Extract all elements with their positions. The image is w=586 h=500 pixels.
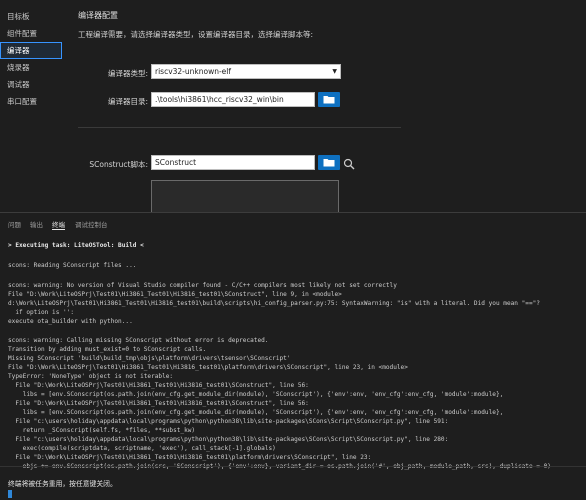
compiler-type-select[interactable]: riscv32-unknown-elf ▼	[151, 64, 341, 79]
nav-item-burner[interactable]: 烧录器	[0, 59, 62, 76]
sconstruct-browse-button[interactable]	[318, 155, 340, 170]
terminal-line: scons: warning: Calling missing SConscri…	[8, 337, 269, 344]
sconstruct-script-label: SConstruct脚本:	[89, 160, 148, 169]
terminal-reuse-message: 终端将被任务重用，按任意键关闭。	[8, 480, 117, 488]
terminal-line: > Executing task: LiteOSTool: Build <	[8, 242, 144, 249]
active-tab-indicator	[52, 229, 65, 230]
terminal-line: return _SConscript(self.fs, *files, **su…	[8, 427, 196, 434]
compiler-dir-value: .\tools\hi3861\hcc_riscv32_win\bin	[155, 95, 284, 104]
search-button[interactable]	[343, 156, 356, 170]
terminal-line: File "c:\users\holiday\appdata\local\pro…	[8, 436, 449, 443]
terminal-line: scons: warning: No version of Visual Stu…	[8, 282, 397, 289]
tab-debug-console[interactable]: 调试控制台	[75, 219, 108, 229]
compiler-config-panel: 编译器配置 工程编译需要，请选择编译器类型，设置编译器目录，选择编译脚本等: 编…	[62, 0, 586, 212]
nav-item-compiler[interactable]: 编译器	[0, 42, 62, 59]
terminal-line: d:\Work\LiteOSPrj\Test01\Hi3861_Test01\H…	[8, 300, 540, 307]
tab-output[interactable]: 输出	[30, 219, 43, 229]
tab-problems[interactable]: 问题	[8, 219, 21, 229]
terminal-line: File "D:\Work\LiteOSPrj\Test01\Hi3861_Te…	[8, 364, 408, 371]
chevron-down-icon: ▼	[332, 68, 337, 75]
nav-item-component-config[interactable]: 组件配置	[0, 25, 62, 42]
terminal-line: exec(compile(scriptdata, scriptname, 'ex…	[8, 445, 276, 452]
sconstruct-script-input[interactable]: SConstruct	[151, 155, 315, 170]
script-content-area[interactable]	[151, 180, 339, 212]
terminal-divider	[0, 466, 586, 467]
terminal-line: scons: Reading SConscript files ...	[8, 262, 137, 269]
terminal-line: Transition by adding must_exist=0 to SCo…	[8, 346, 207, 353]
terminal-line: libs = [env.SConscript(os.path.join(env_…	[8, 409, 504, 416]
settings-nav: 目标板 组件配置 编译器 烧录器 调试器 串口配置	[0, 0, 62, 210]
tab-terminal[interactable]: 终端	[52, 219, 65, 229]
terminal-line: Missing SConscript 'build\build_tmp\objs…	[8, 355, 291, 362]
terminal-line: File "D:\Work\LiteOSPrj\Test01\Hi3861_Te…	[8, 291, 342, 298]
terminal-line: TypeError: 'NoneType' object is not iter…	[8, 373, 174, 380]
terminal-cursor	[8, 490, 12, 498]
terminal-line: File "D:\Work\LiteOSPrj\Test01\Hi3861_Te…	[8, 400, 309, 407]
terminal-line: execute ota_builder with python...	[8, 318, 133, 325]
terminal-line: File "D:\Work\LiteOSPrj\Test01\Hi3861_Te…	[8, 454, 372, 461]
terminal-line: if option is '':	[8, 309, 75, 316]
terminal-panel: 问题 输出 终端 调试控制台 > Executing task: LiteOST…	[0, 212, 586, 500]
page-title: 编译器配置	[78, 11, 118, 20]
compiler-dir-browse-button[interactable]	[318, 92, 340, 107]
folder-icon	[323, 159, 335, 167]
nav-item-serial-config[interactable]: 串口配置	[0, 93, 62, 110]
sconstruct-script-value: SConstruct	[155, 158, 197, 167]
nav-item-debugger[interactable]: 调试器	[0, 76, 62, 93]
compiler-type-label: 编译器类型:	[107, 69, 148, 78]
section-divider	[78, 127, 401, 128]
folder-icon	[323, 96, 335, 104]
terminal-line: File "D:\Work\LiteOSPrj\Test01\Hi3861_Te…	[8, 382, 309, 389]
nav-item-target-board[interactable]: 目标板	[0, 8, 62, 25]
panel-tabs: 问题 输出 终端 调试控制台	[0, 213, 586, 233]
terminal-line: libs = [env.SConscript(os.path.join(env_…	[8, 391, 504, 398]
compiler-dir-input[interactable]: .\tools\hi3861\hcc_riscv32_win\bin	[151, 92, 315, 107]
compiler-type-value: riscv32-unknown-elf	[155, 67, 232, 76]
search-icon	[343, 158, 355, 170]
page-description: 工程编译需要，请选择编译器类型，设置编译器目录，选择编译脚本等:	[78, 30, 314, 39]
terminal-line: File "c:\users\holiday\appdata\local\pro…	[8, 418, 449, 425]
compiler-dir-label: 编译器目录:	[107, 97, 148, 106]
